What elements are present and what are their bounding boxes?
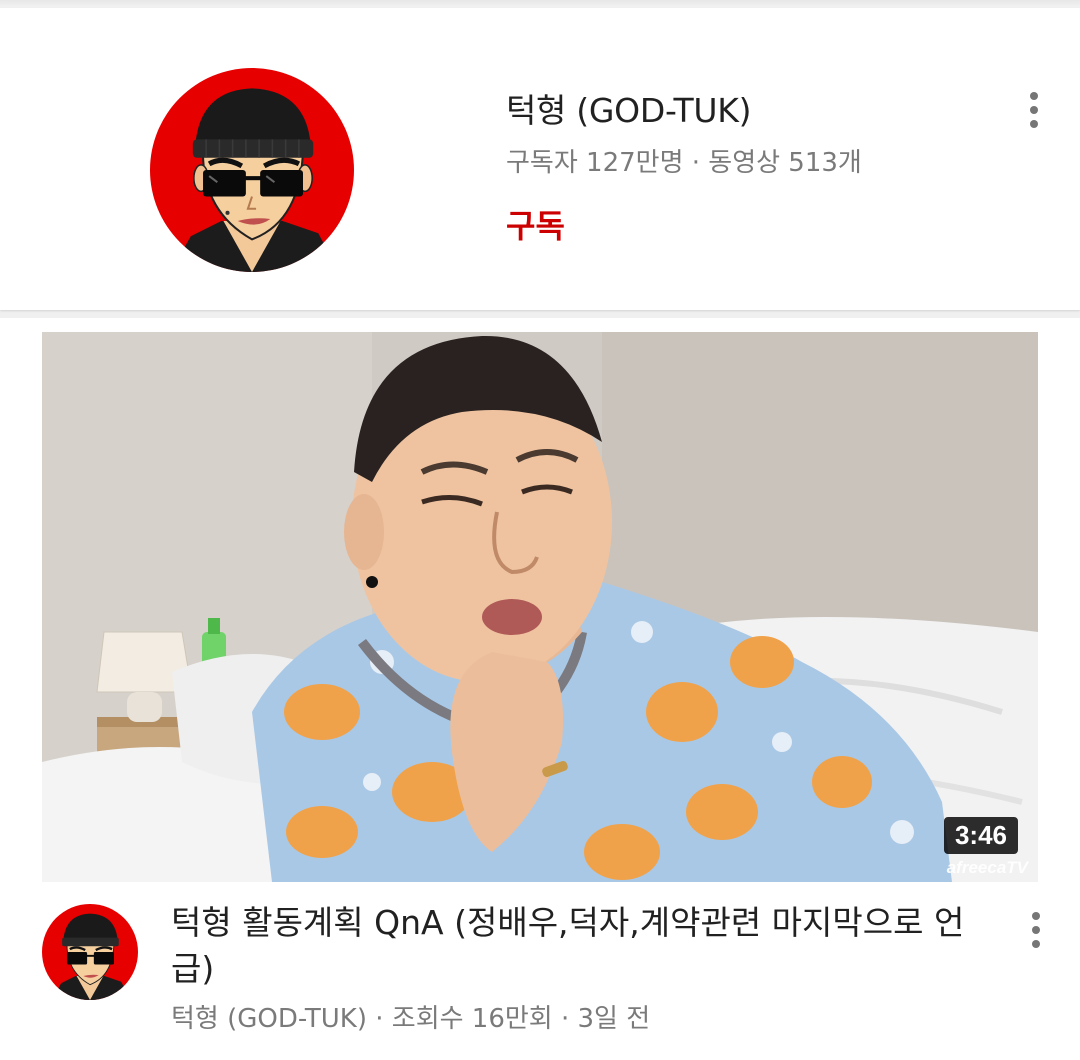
video-channel-avatar[interactable] [42, 904, 138, 1000]
dot [1032, 912, 1040, 920]
channel-avatar[interactable] [150, 68, 354, 272]
video-duration-badge: 3:46 [943, 817, 1018, 854]
thumbnail-image [42, 332, 1038, 882]
channel-card: 턱형 (GOD-TUK) 구독자 127만명 · 동영상 513개 구독 [0, 8, 1080, 310]
channel-more-vert-icon[interactable] [1019, 88, 1049, 132]
youtube-channel-page: 턱형 (GOD-TUK) 구독자 127만명 · 동영상 513개 구독 3:4… [0, 0, 1080, 1060]
channel-stats: 구독자 127만명 · 동영상 513개 [506, 148, 862, 178]
video-more-vert-icon[interactable] [1021, 908, 1051, 952]
dot [1030, 106, 1038, 114]
dot [1032, 926, 1040, 934]
dot [1032, 940, 1040, 948]
top-divider [0, 0, 1080, 8]
video-meta: 턱형 (GOD-TUK) · 조회수 16만회 · 3일 전 [171, 1004, 651, 1034]
channel-title[interactable]: 턱형 (GOD-TUK) [506, 84, 751, 132]
video-title[interactable]: 턱형 활동계획 QnA (정배우,덕자,계약관련 마지막으로 언급) [171, 900, 991, 992]
dot [1030, 92, 1038, 100]
video-thumbnail[interactable]: 3:46 afreecaTV [42, 332, 1038, 882]
video-card: 3:46 afreecaTV 턱형 활동계획 QnA (정배우,덕자,계약관련 … [0, 318, 1080, 1060]
subscribe-button[interactable]: 구독 [506, 201, 565, 247]
dot [1030, 120, 1038, 128]
afreecatv-watermark: afreecaTV [946, 858, 1028, 877]
